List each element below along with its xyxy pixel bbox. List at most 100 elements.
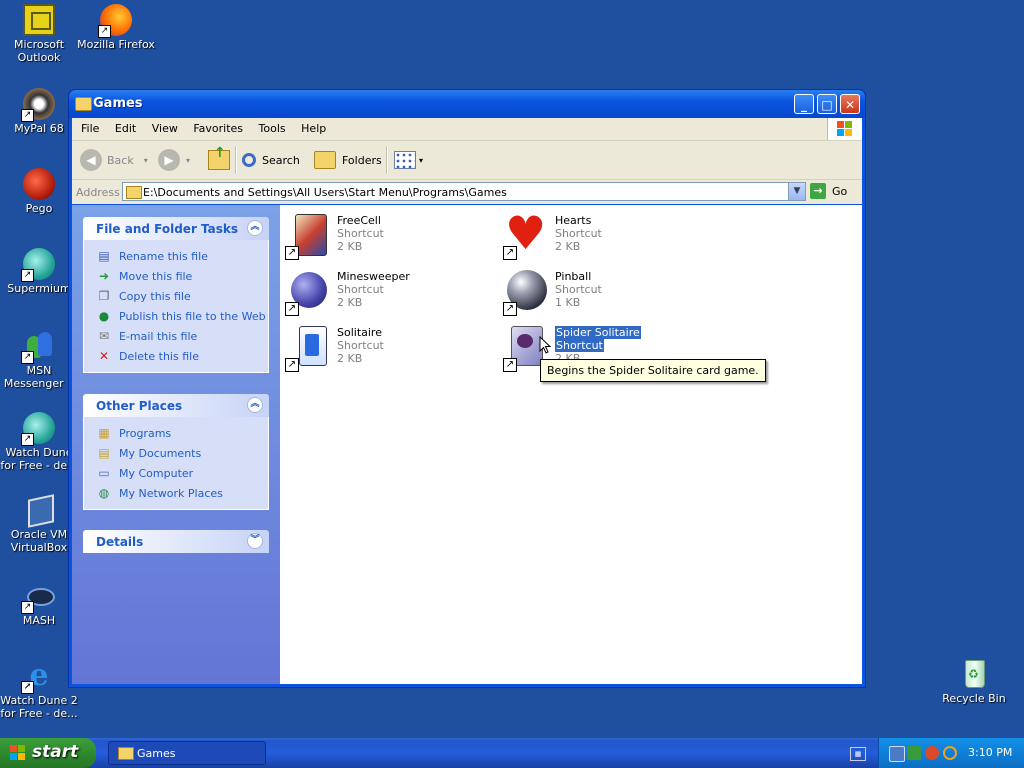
- file-item-pinball[interactable]: ↗ Pinball Shortcut 1 KB: [503, 268, 703, 320]
- up-button[interactable]: ↑: [208, 145, 230, 173]
- minimize-button[interactable]: _: [794, 94, 814, 114]
- task-label: E-mail this file: [119, 329, 198, 343]
- file-item-minesweeper[interactable]: ↗ Minesweeper Shortcut 2 KB: [285, 268, 485, 320]
- maximize-button[interactable]: □: [817, 94, 837, 114]
- minesweeper-icon: ↗: [285, 268, 333, 316]
- panel-title: File and Folder Tasks: [96, 222, 239, 236]
- title-bar[interactable]: Games _ □ ✕: [69, 90, 865, 118]
- panel-header[interactable]: Other Places ︽: [83, 394, 269, 417]
- views-icon: [394, 151, 416, 169]
- msn-messenger-icon: ↗: [21, 330, 55, 364]
- place-my-computer[interactable]: ▭ My Computer: [96, 463, 268, 483]
- desktop-icon-supermium[interactable]: ↗ Supermium: [0, 248, 78, 295]
- file-name: Spider Solitaire: [555, 326, 641, 339]
- desktop-icon-label: Pego: [25, 202, 53, 215]
- folders-label: Folders: [342, 153, 382, 167]
- task-move[interactable]: ➜ Move this file: [96, 266, 268, 286]
- security-icon[interactable]: [925, 746, 939, 760]
- collapse-chevron-icon[interactable]: ︽: [247, 397, 263, 413]
- pego-icon: [23, 168, 55, 200]
- desktop-icon-outlook[interactable]: Microsoft Outlook: [0, 4, 78, 64]
- shortcut-arrow-icon: ↗: [285, 302, 299, 316]
- search-label: Search: [262, 153, 300, 167]
- start-button[interactable]: start: [0, 738, 96, 768]
- window-title: Games: [93, 96, 143, 111]
- mouse-cursor-icon: [539, 336, 551, 354]
- move-icon: ➜: [98, 269, 110, 283]
- place-label: My Network Places: [119, 486, 223, 500]
- file-name: Hearts: [555, 214, 592, 227]
- task-publish[interactable]: ● Publish this file to the Web: [96, 306, 268, 326]
- copy-icon: ❐: [98, 289, 110, 303]
- desktop-icon-virtualbox[interactable]: Oracle VM VirtualBox: [0, 494, 78, 554]
- go-button[interactable]: → Go: [810, 183, 847, 199]
- file-item-freecell[interactable]: ↗ FreeCell Shortcut 2 KB: [285, 212, 485, 264]
- views-button[interactable]: ▾: [394, 147, 423, 173]
- supermium-icon: ↗: [21, 248, 55, 282]
- explorer-window: Games _ □ ✕ File Edit View Favorites Too…: [68, 89, 866, 688]
- folders-button[interactable]: Folders: [314, 147, 382, 173]
- desktop-icon-label: Mozilla Firefox: [77, 38, 155, 51]
- network-icon[interactable]: [889, 746, 905, 762]
- file-type: Shortcut: [555, 227, 602, 240]
- back-button[interactable]: ◀ Back ▾: [80, 147, 148, 173]
- forward-button[interactable]: ▶ ▾: [158, 147, 190, 173]
- search-icon[interactable]: [943, 746, 957, 760]
- safely-remove-icon[interactable]: [907, 746, 921, 760]
- desktop-icon-watch-dune[interactable]: ↗ Watch Dune for Free - de...: [0, 412, 78, 472]
- windows-logo: [827, 118, 862, 140]
- shortcut-arrow-icon: ↗: [285, 246, 299, 260]
- desktop-icon-mypal[interactable]: ↗ MyPal 68: [0, 88, 78, 135]
- panel-header[interactable]: Details ︾: [83, 530, 269, 553]
- programs-folder-icon: ▦: [98, 426, 110, 440]
- taskbar-item-games[interactable]: Games: [108, 741, 266, 765]
- shortcut-arrow-icon: ↗: [503, 358, 517, 372]
- desktop-icon-label: Microsoft Outlook: [13, 38, 65, 64]
- system-tray: 3:10 PM: [878, 738, 1024, 768]
- task-email[interactable]: ✉ E-mail this file: [96, 326, 268, 346]
- task-rename[interactable]: ▤ Rename this file: [96, 246, 268, 266]
- place-my-network[interactable]: ◍ My Network Places: [96, 483, 268, 503]
- place-my-documents[interactable]: ▤ My Documents: [96, 443, 268, 463]
- shortcut-arrow-icon: ↗: [21, 681, 34, 694]
- desktop-icon-recycle-bin[interactable]: ♻ Recycle Bin: [935, 658, 1013, 705]
- expand-chevron-icon[interactable]: ︾: [247, 533, 263, 549]
- desktop-icon-watch-dune-2[interactable]: e ↗ Watch Dune 2 for Free - de...: [0, 660, 78, 721]
- task-copy[interactable]: ❐ Copy this file: [96, 286, 268, 306]
- address-input[interactable]: E:\Documents and Settings\All Users\Star…: [122, 182, 806, 201]
- task-label: Move this file: [119, 269, 193, 283]
- menu-view[interactable]: View: [146, 118, 184, 135]
- panel-body: ▤ Rename this file ➜ Move this file ❐ Copy …: [83, 240, 269, 373]
- address-dropdown-button[interactable]: ▼: [788, 183, 805, 200]
- place-label: Programs: [119, 426, 172, 440]
- task-delete[interactable]: ✕ Delete this file: [96, 346, 268, 366]
- desktop-icon-firefox[interactable]: ↗ Mozilla Firefox: [77, 4, 155, 51]
- task-label: Rename this file: [119, 249, 208, 263]
- file-size: 2 KB: [337, 296, 363, 309]
- file-item-hearts[interactable]: ♥ ↗ Hearts Shortcut 2 KB: [503, 210, 703, 264]
- desktop-icon-msn-messenger[interactable]: ↗ MSN Messenger 7: [0, 330, 78, 390]
- menu-file[interactable]: File: [75, 118, 105, 135]
- file-type: Shortcut: [337, 339, 384, 352]
- menu-favorites[interactable]: Favorites: [187, 118, 249, 135]
- search-button[interactable]: Search: [242, 147, 300, 173]
- file-item-solitaire[interactable]: ↗ Solitaire Shortcut 2 KB: [285, 324, 485, 376]
- menu-tools[interactable]: Tools: [253, 118, 292, 135]
- close-button[interactable]: ✕: [840, 94, 860, 114]
- desktop-icon-pego[interactable]: Pego: [0, 168, 78, 215]
- file-size: 1 KB: [555, 296, 581, 309]
- file-folder-tasks-panel: File and Folder Tasks ︽ ▤ Rename this fil…: [83, 217, 269, 373]
- my-documents-icon: ▤: [98, 446, 110, 460]
- tooltip: Begins the Spider Solitaire card game.: [540, 359, 766, 382]
- menu-edit[interactable]: Edit: [109, 118, 142, 135]
- keyboard-icon[interactable]: ▦: [850, 747, 866, 761]
- shortcut-arrow-icon: ↗: [21, 269, 34, 282]
- desktop-icon-label: MASH: [22, 614, 56, 627]
- place-programs[interactable]: ▦ Programs: [96, 423, 268, 443]
- desktop-icon-mash[interactable]: ↗ MASH: [0, 580, 78, 627]
- panel-header[interactable]: File and Folder Tasks ︽: [83, 217, 269, 240]
- menu-help[interactable]: Help: [295, 118, 332, 135]
- collapse-chevron-icon[interactable]: ︽: [247, 220, 263, 236]
- shortcut-arrow-icon: ↗: [21, 351, 34, 364]
- details-panel: Details ︾: [83, 530, 269, 553]
